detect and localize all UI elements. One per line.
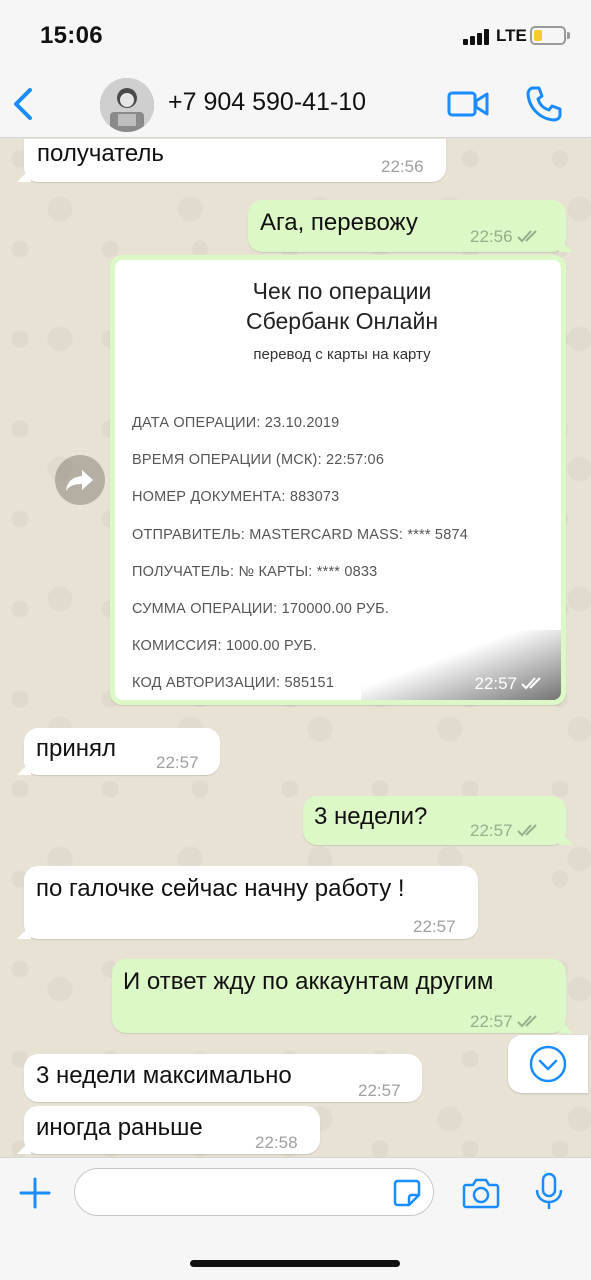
message-in[interactable]: 3 недели максимально 22:57 [24,1054,422,1102]
receipt-line-sender: ОТПРАВИТЕЛЬ: MASTERCARD MASS: **** 5874 [132,526,468,543]
plus-icon[interactable] [18,1176,52,1210]
double-check-icon [521,676,545,690]
receipt-image[interactable]: Чек по операции Сбербанк Онлайн перевод … [115,260,561,700]
message-out[interactable]: И ответ жду по аккаунтам другим 22:57 [112,959,573,1033]
network-label: LTE [496,26,527,45]
status-bar: 15:06 LTE [0,0,591,72]
message-time: 22:57 [470,816,541,846]
message-text: 3 недели? [314,803,428,830]
receipt-subtitle: перевод с карты на карту [253,346,431,363]
double-check-icon [516,1014,541,1028]
signal-icon [463,29,493,45]
message-time-label: 22:57 [470,821,513,840]
message-time: 22:57 [470,1007,541,1037]
chat-header: +7 904 590-41-10 [0,72,591,138]
message-time: 22:58 [255,1133,298,1152]
message-text: принял [36,735,117,762]
receipt-line-document: НОМЕР ДОКУМЕНТА: 883073 [132,489,340,506]
home-indicator [190,1260,400,1267]
chat-area[interactable]: получатель 22:56 Ага, перевожу 22:56 Чек… [0,139,591,1157]
message-input[interactable] [74,1168,434,1216]
battery-tip [567,32,570,39]
message-in[interactable]: получатель 22:56 [17,139,446,182]
receipt-line-time: ВРЕМЯ ОПЕРАЦИИ (МСК): 22:57:06 [132,452,385,469]
message-in[interactable]: по галочке сейчас начну работу ! 22:57 [17,866,478,939]
camera-icon[interactable] [462,1176,500,1210]
battery-icon [530,26,566,45]
message-time: 22:56 [470,222,541,252]
avatar[interactable] [100,78,154,132]
message-text: по галочке сейчас начну работу ! [36,875,405,902]
receipt-line-recipient: ПОЛУЧАТЕЛЬ: № КАРТЫ: **** 0833 [132,563,378,580]
sticker-icon[interactable] [392,1178,422,1208]
message-text: И ответ жду по аккаунтам другим [123,968,494,995]
message-out[interactable]: Ага, перевожу 22:56 [248,200,573,252]
message-text: иногда раньше [36,1114,203,1141]
message-time: 22:56 [381,157,424,176]
receipt-line-date: ДАТА ОПЕРАЦИИ: 23.10.2019 [132,415,340,431]
back-icon[interactable] [10,86,40,122]
message-text: получатель [37,140,164,167]
receipt-title: Чек по операции Сбербанк Онлайн [115,276,561,336]
input-bar [0,1157,591,1280]
message-text: Ага, перевожу [260,209,418,236]
image-message[interactable]: Чек по операции Сбербанк Онлайн перевод … [110,255,566,705]
mic-icon[interactable] [534,1172,564,1212]
message-time: 22:57 [474,674,545,694]
message-in[interactable]: иногда раньше 22:58 [17,1106,320,1154]
receipt-title-line1: Чек по операции [252,278,432,304]
status-time: 15:06 [40,22,103,49]
scroll-down-button[interactable] [508,1035,588,1093]
message-text: 3 недели максимально [36,1062,292,1089]
message-time: 22:57 [413,917,456,936]
receipt-title-line2: Сбербанк Онлайн [245,308,439,334]
double-check-icon [516,229,541,243]
message-out[interactable]: 3 недели? 22:57 [303,796,573,846]
contact-name[interactable]: +7 904 590-41-10 [168,88,366,117]
message-time: 22:57 [156,753,199,772]
chevron-down-icon [529,1045,567,1083]
message-time-label: 22:57 [474,674,517,693]
phone-icon[interactable] [524,84,564,124]
message-time-label: 22:57 [470,1012,513,1031]
double-check-icon [516,823,541,837]
forward-icon[interactable] [55,455,105,505]
message-time: 22:57 [358,1081,401,1100]
video-call-icon[interactable] [446,88,490,120]
message-time-label: 22:56 [470,227,513,246]
message-in[interactable]: принял 22:57 [17,728,220,775]
